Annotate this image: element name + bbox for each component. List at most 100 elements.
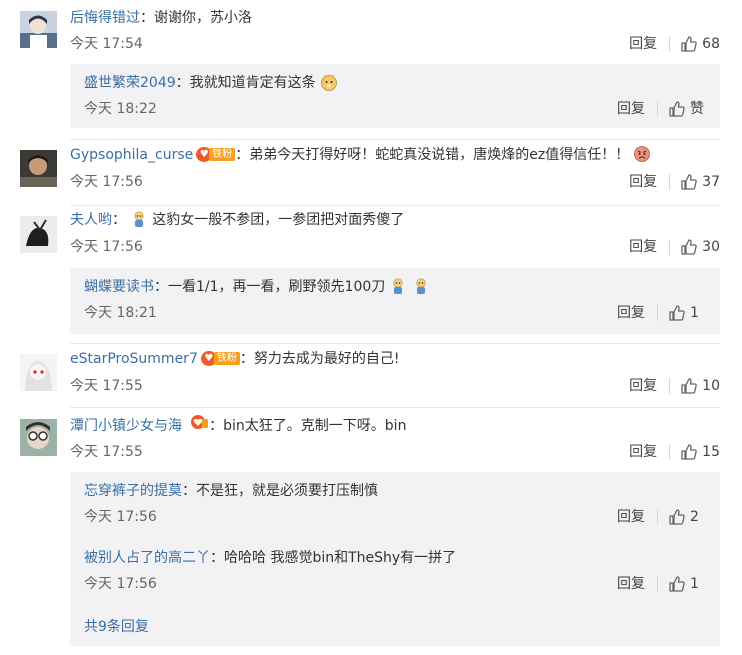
thumbs-up-icon — [681, 378, 697, 394]
thumbs-up-icon — [669, 509, 685, 525]
like-count: 15 — [702, 444, 720, 460]
comment-time: 今天 17:54 — [70, 36, 143, 52]
comment-text: ：bin太狂了。克制一下呀。bin — [209, 418, 407, 434]
comment-content: Gypsophila_curse ♥ 铁粉 ：弟弟今天打得好呀！蛇蛇真没说错，唐焕烽的… — [70, 145, 651, 165]
divider — [669, 174, 671, 190]
thumbs-up-icon — [681, 36, 697, 52]
avatar[interactable] — [20, 150, 57, 187]
thumbs-up-icon — [669, 305, 685, 321]
thumbs-up-icon — [681, 239, 697, 255]
like-button[interactable]: 68 — [680, 33, 720, 55]
divider — [70, 407, 720, 408]
username-link[interactable]: eStarProSummer7 — [70, 351, 198, 367]
doll-emoji-icon — [130, 210, 148, 228]
thumbs-up-icon — [681, 444, 697, 460]
reply-time: 今天 17:56 — [84, 509, 157, 525]
reply-button[interactable]: 回复 — [617, 573, 645, 595]
divider — [657, 101, 658, 117]
doll-emoji-icon — [389, 277, 407, 295]
comment-content: 后悔得错过：谢谢你，苏小洛 — [70, 8, 252, 28]
reply-time: 今天 17:56 — [84, 576, 157, 592]
like-count: 30 — [702, 239, 720, 255]
comment-content: 潭门小镇少女与海 ：bin太狂了。克制一下呀。bin — [70, 415, 406, 435]
username-link[interactable]: 蝴蝶要读书 — [84, 279, 154, 295]
reply-text: ：一看1/1，再一看，刷野领先100刀 — [154, 279, 386, 295]
view-all-replies-link[interactable]: 共9条回复 — [84, 616, 149, 636]
thumbs-up-icon — [669, 101, 685, 117]
reply-button[interactable]: 回复 — [617, 98, 645, 120]
comment-content: 夫人哟： 这豹女一般不参团，一参团把对面秀傻了 — [70, 210, 404, 230]
like-count: 10 — [702, 378, 720, 394]
divider — [70, 205, 720, 206]
comment-time: 今天 17:55 — [70, 444, 143, 460]
username-link[interactable]: 忘穿裤子的提莫 — [84, 483, 182, 499]
username-link[interactable]: 潭门小镇少女与海 — [70, 418, 182, 434]
divider — [669, 239, 671, 255]
reply-button[interactable]: 回复 — [629, 171, 657, 193]
comment-text: 这豹女一般不参团，一参团把对面秀傻了 — [152, 212, 405, 228]
reply-time: 今天 18:22 — [84, 101, 157, 117]
reply-button[interactable]: 回复 — [629, 441, 657, 463]
like-button[interactable]: 30 — [680, 236, 720, 258]
comment-time: 今天 17:55 — [70, 378, 143, 394]
comment-content: eStarProSummer7 ♥ 铁粉 ：努力去成为最好的自己! — [70, 349, 399, 369]
divider — [70, 343, 720, 344]
like-count: 赞 — [690, 101, 704, 117]
iron-fan-badge[interactable]: ♥ 铁粉 — [200, 351, 240, 366]
reply-button[interactable]: 回复 — [629, 375, 657, 397]
avatar[interactable] — [20, 419, 57, 456]
username-link[interactable]: 被别人占了的高二丫 — [84, 550, 210, 566]
divider — [669, 36, 671, 52]
reply-button[interactable]: 回复 — [617, 302, 645, 324]
reply-button[interactable]: 回复 — [617, 506, 645, 528]
divider — [669, 444, 671, 460]
like-button[interactable]: 37 — [680, 171, 720, 193]
like-count: 37 — [702, 174, 720, 190]
like-button[interactable]: 赞 — [668, 98, 706, 120]
like-button[interactable]: 1 — [668, 573, 706, 595]
divider — [70, 139, 720, 140]
comment-text: ：努力去成为最好的自己! — [239, 351, 400, 367]
reply-item: 被别人占了的高二丫：哈哈哈 我感觉bin和TheShy有一拼了 今天 17:56… — [84, 547, 706, 597]
reply-item: 忘穿裤子的提莫：不是狂，就是必须要打压制慎 今天 17:56 回复 2 — [84, 480, 706, 530]
reply-button[interactable]: 回复 — [629, 236, 657, 258]
thumbs-up-icon — [669, 576, 685, 592]
reply-list: 蝴蝶要读书：一看1/1，再一看，刷野领先100刀 今天 18:21 回复 1 — [70, 268, 720, 334]
avatar[interactable] — [20, 216, 57, 253]
doge-emoji-icon — [320, 73, 338, 91]
comment-time: 今天 17:56 — [70, 239, 143, 255]
divider — [657, 576, 658, 592]
avatar[interactable] — [20, 11, 57, 48]
username-link[interactable]: Gypsophila_curse — [70, 147, 193, 163]
reply-time: 今天 18:21 — [84, 305, 157, 321]
iron-fan-badge[interactable]: ♥ 铁粉 — [196, 147, 236, 162]
thumbs-up-icon — [681, 174, 697, 190]
reply-button[interactable]: 回复 — [629, 33, 657, 55]
like-count: 2 — [690, 509, 699, 525]
like-button[interactable]: 1 — [668, 302, 706, 324]
like-button[interactable]: 2 — [668, 506, 706, 528]
reply-item: 盛世繁荣2049：我就知道肯定有这条 今天 18:22 回复 赞 — [84, 72, 706, 122]
divider — [669, 378, 671, 394]
username-link[interactable]: 夫人哟 — [70, 212, 112, 228]
comment-time: 今天 17:56 — [70, 174, 143, 190]
angry-face-emoji-icon — [633, 145, 651, 163]
divider — [657, 509, 658, 525]
username-link[interactable]: 后悔得错过 — [70, 10, 140, 26]
comment-text: ： — [112, 212, 126, 228]
reply-text: ：不是狂，就是必须要打压制慎 — [182, 483, 378, 499]
username-link[interactable]: 盛世繁荣2049 — [84, 75, 176, 91]
like-button[interactable]: 10 — [680, 375, 720, 397]
reply-text: ：我就知道肯定有这条 — [175, 75, 316, 91]
heart-badge-icon[interactable] — [189, 414, 209, 437]
reply-text: ：哈哈哈 我感觉bin和TheShy有一拼了 — [210, 550, 457, 566]
like-count: 1 — [690, 305, 699, 321]
like-button[interactable]: 15 — [680, 441, 720, 463]
like-count: 68 — [702, 36, 720, 52]
avatar[interactable] — [20, 354, 57, 391]
divider — [657, 305, 658, 321]
doll-emoji-icon — [412, 277, 430, 295]
reply-list: 盛世繁荣2049：我就知道肯定有这条 今天 18:22 回复 赞 — [70, 64, 720, 128]
comment-text: ：弟弟今天打得好呀！蛇蛇真没说错，唐焕烽的ez值得信任！！ — [235, 147, 630, 163]
comment-text: ：谢谢你，苏小洛 — [140, 10, 252, 26]
